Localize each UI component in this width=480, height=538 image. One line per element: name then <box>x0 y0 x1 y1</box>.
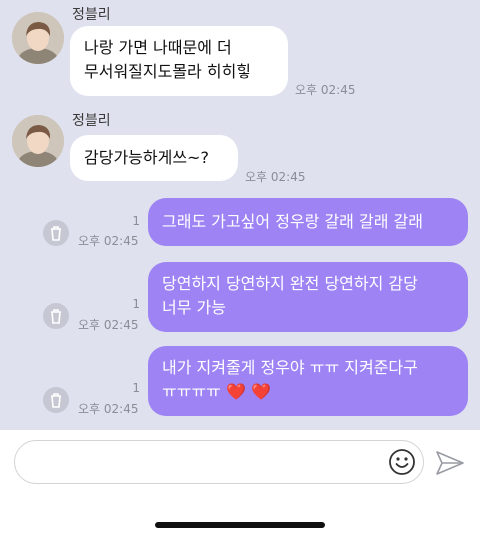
message-time: 오후 02:45 <box>245 170 306 184</box>
unread-count: 1 <box>132 214 140 228</box>
outgoing-message-bubble[interactable]: 내가 지켜줄게 정우야 ㅠㅠ 지켜준다구 ㅠㅠㅠㅠ ❤️ ❤️ <box>148 346 468 416</box>
unread-count: 1 <box>132 297 140 311</box>
emoji-icon[interactable] <box>388 448 416 476</box>
message-composer <box>0 430 480 538</box>
sender-name: 정블리 <box>72 113 111 129</box>
message-time: 오후 02:45 <box>78 234 139 248</box>
home-indicator <box>155 522 325 528</box>
trash-icon[interactable] <box>43 387 69 413</box>
outgoing-message-bubble[interactable]: 당연하지 당연하지 완전 당연하지 감당 너무 가능 <box>148 262 468 332</box>
trash-icon[interactable] <box>43 220 69 246</box>
sender-name: 정블리 <box>72 7 111 23</box>
message-time: 오후 02:45 <box>78 402 139 416</box>
message-time: 오후 02:45 <box>78 318 139 332</box>
message-input[interactable] <box>31 451 375 475</box>
contact-avatar[interactable] <box>12 12 64 64</box>
chat-area: 정블리 나랑 가면 나때문에 더 무서워질지도몰라 히히힣 오후 02:45 정… <box>0 0 480 430</box>
incoming-message-bubble[interactable]: 감당가능하게쓰~? <box>70 135 238 181</box>
contact-avatar[interactable] <box>12 115 64 167</box>
send-icon[interactable] <box>434 448 466 478</box>
message-time: 오후 02:45 <box>295 83 356 97</box>
incoming-message-bubble[interactable]: 나랑 가면 나때문에 더 무서워질지도몰라 히히힣 <box>70 26 288 96</box>
trash-icon[interactable] <box>43 303 69 329</box>
message-input-box[interactable] <box>14 440 424 484</box>
outgoing-message-bubble[interactable]: 그래도 가고싶어 정우랑 갈래 갈래 갈래 <box>148 198 468 246</box>
unread-count: 1 <box>132 381 140 395</box>
